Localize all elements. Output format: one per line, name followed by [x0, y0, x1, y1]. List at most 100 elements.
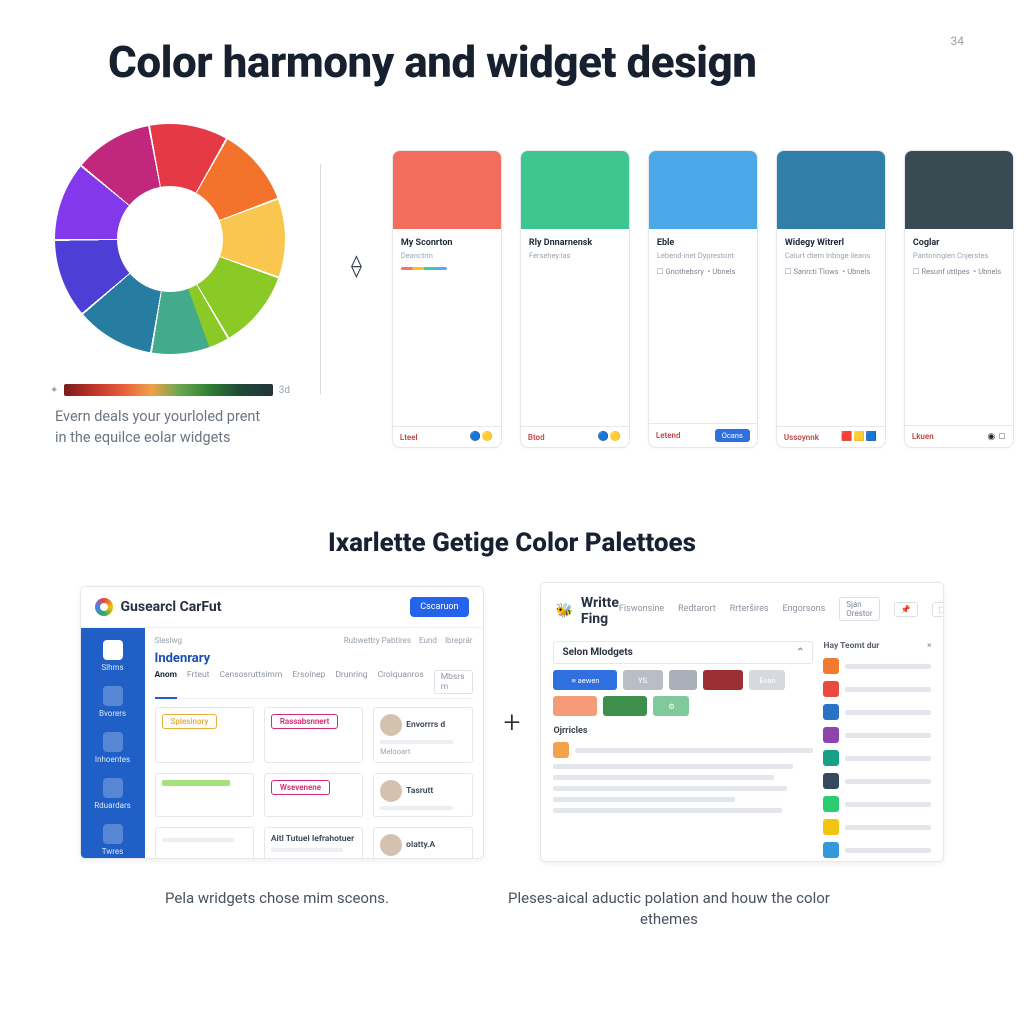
- tab[interactable]: Anom: [155, 670, 178, 699]
- sidebar-icon: [103, 686, 123, 706]
- card-footer: Btod🔵🟡: [521, 426, 629, 447]
- app1-pretitle: Sleslwg: [155, 636, 183, 645]
- sidebar-icon: [103, 640, 123, 660]
- tab[interactable]: Crolquanros: [378, 670, 424, 694]
- card-footer: Lkuen◉ □: [905, 425, 1013, 447]
- list-color-icon: [823, 681, 839, 697]
- list-color-icon: [823, 796, 839, 812]
- tab[interactable]: Frteut: [187, 670, 209, 694]
- widget-card[interactable]: Coglar Pantoringlen Cnjerstes ☐ Resunf u…: [904, 150, 1014, 448]
- gradient-bar[interactable]: [64, 384, 272, 396]
- grid-cell[interactable]: Wsevenene: [264, 773, 363, 817]
- grid-cell[interactable]: [155, 773, 254, 817]
- card-title: Eble: [657, 237, 749, 249]
- card-line2: ☐ Sanrcti Tlows: [785, 267, 839, 277]
- list-item[interactable]: [823, 704, 931, 720]
- list-item[interactable]: [823, 658, 931, 674]
- page-title: Color harmony and widget design: [108, 36, 964, 88]
- meta-link[interactable]: Eund: [419, 636, 437, 645]
- avatar: [380, 714, 402, 736]
- app1-cta-button[interactable]: Cscaruon: [410, 597, 468, 617]
- grid-cell[interactable]: Envorrrs dMelooart: [373, 707, 472, 763]
- list-item[interactable]: [823, 796, 931, 812]
- caption-right: Pleses-aical aductic polation and houw t…: [479, 888, 859, 930]
- card-line3: ◔ Ubnels: [706, 267, 735, 277]
- avatar: [380, 780, 402, 802]
- tab[interactable]: Drunring: [335, 670, 367, 694]
- grid-cell[interactable]: Rassabsnnert: [264, 707, 363, 763]
- card-swatch: [521, 151, 629, 229]
- nav-badge[interactable]: ⬚: [932, 602, 945, 617]
- nav-link[interactable]: Redtarort: [678, 604, 716, 614]
- list-color-icon: [823, 750, 839, 766]
- nav-link[interactable]: Fiswonsine: [619, 604, 664, 614]
- card-line3: ◔ Ubnels: [972, 267, 1001, 277]
- tab-more[interactable]: Mbsrs m: [434, 670, 473, 694]
- sidebar-label: Slhms: [101, 663, 123, 672]
- app1-brand: Gusearcl CarFut: [121, 599, 222, 615]
- card-title: Coglar: [913, 237, 1005, 249]
- grid-cell[interactable]: [155, 827, 254, 858]
- card-line2: ☐ Resunf uttlpes: [913, 267, 970, 277]
- sidebar-label: Bvorers: [99, 709, 126, 718]
- grid-cell[interactable]: olatty.A: [373, 827, 472, 858]
- sidebar-item[interactable]: Slhms: [101, 640, 123, 672]
- color-chip[interactable]: [703, 670, 743, 690]
- color-chip[interactable]: [603, 696, 647, 716]
- meta-link[interactable]: Ibreprár: [445, 636, 473, 645]
- color-chip[interactable]: ⚙: [653, 696, 689, 716]
- widget-card[interactable]: Rly Dnnarnensk Fersehey:las Btod🔵🟡: [520, 150, 630, 448]
- widget-card[interactable]: Eble Lebend-inet Dyprestont ☐ Gnothebsry…: [648, 150, 758, 448]
- list-color-icon: [823, 727, 839, 743]
- widget-card[interactable]: My Sconrton Deanctrin Lteel🔵🟡: [392, 150, 502, 448]
- app2-logo-icon: 🐝: [555, 603, 572, 619]
- list-item[interactable]: [823, 727, 931, 743]
- wheel-caption: Evern deals your yourloled prent in the …: [55, 406, 285, 448]
- grid-cell[interactable]: Aitl Tutuel Iefrahotuer: [264, 827, 363, 858]
- color-wheel[interactable]: [55, 124, 285, 354]
- chevron-up-icon[interactable]: ⌃: [796, 647, 804, 658]
- card-subtitle: Lebend-inet Dyprestont: [657, 251, 749, 261]
- grid-cell[interactable]: Splesinory: [155, 707, 254, 763]
- card-title: My Sconrton: [401, 237, 493, 249]
- sidebar-item[interactable]: Twres: [102, 824, 124, 856]
- list-color-icon: [823, 704, 839, 720]
- list-item[interactable]: [823, 842, 931, 858]
- sidebar-item[interactable]: Inhoentes: [95, 732, 130, 764]
- tab[interactable]: Ersolnep: [292, 670, 325, 694]
- sidebar-icon: [103, 732, 123, 752]
- list-item[interactable]: [823, 773, 931, 789]
- color-chip[interactable]: [669, 670, 697, 690]
- widget-card[interactable]: Widegy Witrerl Calurt dtern lnbnge ilean…: [776, 150, 886, 448]
- sidebar-item[interactable]: Rduardars: [94, 778, 131, 810]
- color-chip[interactable]: [553, 696, 597, 716]
- color-chip[interactable]: YS.: [623, 670, 663, 690]
- card-progress: [401, 267, 447, 270]
- tab[interactable]: Censosruttsimm: [219, 670, 282, 694]
- section2-title: Ixarlette Getige Color Palettoes: [56, 528, 968, 558]
- list-item[interactable]: [823, 819, 931, 835]
- sidebar-label: Rduardars: [94, 801, 131, 810]
- nav-pill[interactable]: Sjan Orestor: [839, 597, 879, 621]
- color-chip[interactable]: ≡ aewen: [553, 670, 617, 690]
- meta-link[interactable]: Rubwettry Pabtires: [344, 636, 411, 645]
- card-subtitle: Fersehey:las: [529, 251, 621, 261]
- list-item[interactable]: [823, 750, 931, 766]
- nav-pin-icon[interactable]: 📌: [894, 602, 918, 617]
- sidebar-item[interactable]: Bvorers: [99, 686, 126, 718]
- nav-link[interactable]: Engorsons: [783, 604, 826, 614]
- nav-link[interactable]: Rrteršires: [730, 604, 769, 614]
- card-title: Widegy Witrerl: [785, 237, 877, 249]
- color-chip[interactable]: Evan: [749, 670, 785, 690]
- list-color-icon: [823, 842, 839, 858]
- list-item[interactable]: [823, 681, 931, 697]
- card-subtitle: Pantoringlen Cnjerstes: [913, 251, 1005, 261]
- card-footer: LetendOcans: [649, 423, 757, 447]
- app2-section-title: Selon Mlodgets: [562, 647, 632, 658]
- close-icon[interactable]: ×: [927, 641, 932, 651]
- grid-cell[interactable]: Tasrutt: [373, 773, 472, 817]
- list-color-icon: [823, 773, 839, 789]
- card-line2: ☐ Gnothebsry: [657, 267, 704, 277]
- card-swatch: [649, 151, 757, 229]
- sidebar-label: Inhoentes: [95, 755, 130, 764]
